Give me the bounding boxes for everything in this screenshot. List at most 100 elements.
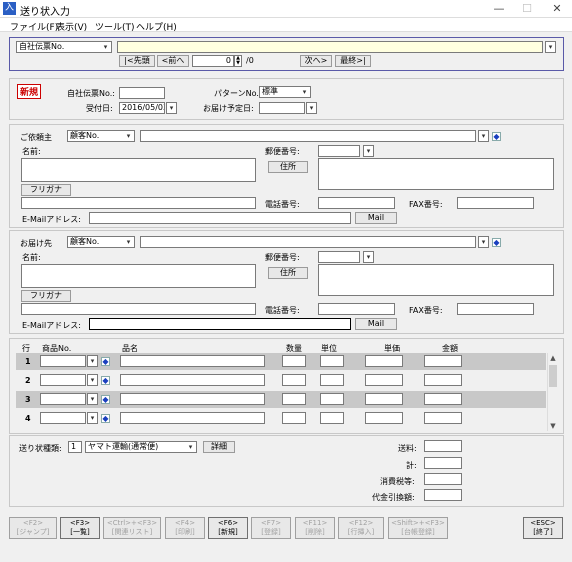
requester-postal-dropdown[interactable]: ▾ xyxy=(363,145,374,157)
shipping-input[interactable] xyxy=(424,440,462,452)
total-input xyxy=(424,457,462,469)
requester-email-input[interactable] xyxy=(89,212,351,224)
amount-input[interactable] xyxy=(424,355,462,367)
requester-address-button[interactable]: 住所 xyxy=(268,161,308,173)
recipient-postal-input[interactable] xyxy=(318,251,360,263)
recipient-address-input[interactable] xyxy=(318,264,554,296)
recipient-furigana-button[interactable]: フリガナ xyxy=(21,290,71,302)
slip-type-number[interactable]: 1 xyxy=(68,441,82,453)
product-name-input[interactable] xyxy=(120,412,265,424)
detail-button[interactable]: 詳細 xyxy=(203,441,235,453)
search-input[interactable] xyxy=(117,41,543,53)
product-name-input[interactable] xyxy=(120,355,265,367)
search-type-select[interactable]: 自社伝票No. ▾ xyxy=(16,41,112,53)
search-dropdown-button[interactable]: ▾ xyxy=(545,41,556,53)
requester-code-input[interactable] xyxy=(140,130,476,142)
product-lookup-icon[interactable]: ◆ xyxy=(101,414,110,423)
amount-input[interactable] xyxy=(424,374,462,386)
shift-f3-ledger-button[interactable]: <Shift>+<F3> [台帳登録] xyxy=(388,517,448,539)
requester-name-input[interactable] xyxy=(21,158,256,182)
delivery-date-input[interactable] xyxy=(259,102,305,114)
recipient-code-input[interactable] xyxy=(140,236,476,248)
page-current-input[interactable]: 0 xyxy=(192,55,234,67)
page-spinner[interactable]: ▲ ▼ xyxy=(234,55,242,67)
product-no-input[interactable] xyxy=(40,355,86,367)
f6-new-button[interactable]: <F6> [新規] xyxy=(208,517,248,539)
minimize-button[interactable]: — xyxy=(486,0,512,18)
requester-fax-input[interactable] xyxy=(457,197,534,209)
product-no-input[interactable] xyxy=(40,374,86,386)
unit-price-input[interactable] xyxy=(365,374,403,386)
scroll-up-icon[interactable]: ▲ xyxy=(548,354,558,362)
delivery-date-picker[interactable]: ▾ xyxy=(306,102,317,114)
scroll-down-icon[interactable]: ▼ xyxy=(548,422,558,430)
unit-price-input[interactable] xyxy=(365,393,403,405)
f2-jump-button[interactable]: <F2> [ジャンプ] xyxy=(9,517,57,539)
product-no-input[interactable] xyxy=(40,412,86,424)
received-date-input[interactable]: 2016/05/03 xyxy=(119,102,165,114)
prev-button[interactable]: <前へ xyxy=(157,55,189,67)
requester-furigana-button[interactable]: フリガナ xyxy=(21,184,71,196)
pattern-select[interactable]: 標準 ▾ xyxy=(259,86,311,98)
amount-input[interactable] xyxy=(424,393,462,405)
quantity-input[interactable] xyxy=(282,355,306,367)
last-button[interactable]: 最終>| xyxy=(335,55,371,67)
requester-address-input[interactable] xyxy=(318,158,554,190)
recipient-name-input[interactable] xyxy=(21,264,256,288)
quantity-input[interactable] xyxy=(282,374,306,386)
requester-furigana-input[interactable] xyxy=(21,197,256,209)
recipient-furigana-input[interactable] xyxy=(21,303,256,315)
requester-postal-input[interactable] xyxy=(318,145,360,157)
esc-exit-button[interactable]: <ESC> [終了] xyxy=(523,517,563,539)
product-name-input[interactable] xyxy=(120,374,265,386)
recipient-code-type-select[interactable]: 顧客No. ▾ xyxy=(67,236,135,248)
unit-input[interactable] xyxy=(320,393,344,405)
requester-lookup-icon[interactable]: ◆ xyxy=(492,132,501,141)
product-no-dropdown[interactable]: ▾ xyxy=(87,374,98,386)
product-no-dropdown[interactable]: ▾ xyxy=(87,412,98,424)
requester-code-type-select[interactable]: 顧客No. ▾ xyxy=(67,130,135,142)
unit-price-input[interactable] xyxy=(365,412,403,424)
product-name-input[interactable] xyxy=(120,393,265,405)
unit-input[interactable] xyxy=(320,355,344,367)
slip-type-select[interactable]: ヤマト運輸(通常便) ▾ xyxy=(85,441,197,453)
f7-register-button[interactable]: <F7> [登録] xyxy=(251,517,291,539)
product-lookup-icon[interactable]: ◆ xyxy=(101,395,110,404)
unit-input[interactable] xyxy=(320,374,344,386)
f12-insert-row-button[interactable]: <F12> [行挿入] xyxy=(338,517,384,539)
product-no-input[interactable] xyxy=(40,393,86,405)
recipient-phone-label: 電話番号: xyxy=(265,306,300,315)
amount-input[interactable] xyxy=(424,412,462,424)
received-date-picker[interactable]: ▾ xyxy=(166,102,177,114)
f4-print-button[interactable]: <F4> [印刷] xyxy=(165,517,205,539)
f11-delete-button[interactable]: <F11> [削除] xyxy=(295,517,335,539)
recipient-address-button[interactable]: 住所 xyxy=(268,267,308,279)
recipient-email-input[interactable] xyxy=(89,318,351,330)
scroll-thumb[interactable] xyxy=(549,365,557,387)
recipient-fax-input[interactable] xyxy=(457,303,534,315)
requester-code-dropdown[interactable]: ▾ xyxy=(478,130,489,142)
recipient-lookup-icon[interactable]: ◆ xyxy=(492,238,501,247)
next-button[interactable]: 次へ> xyxy=(300,55,332,67)
recipient-phone-input[interactable] xyxy=(318,303,395,315)
first-button[interactable]: |<先頭 xyxy=(119,55,155,67)
product-no-dropdown[interactable]: ▾ xyxy=(87,393,98,405)
recipient-postal-dropdown[interactable]: ▾ xyxy=(363,251,374,263)
recipient-mail-button[interactable]: Mail xyxy=(355,318,397,330)
close-button[interactable]: ✕ xyxy=(544,0,570,18)
recipient-code-dropdown[interactable]: ▾ xyxy=(478,236,489,248)
unit-price-input[interactable] xyxy=(365,355,403,367)
slip-no-input[interactable] xyxy=(119,87,165,99)
product-lookup-icon[interactable]: ◆ xyxy=(101,357,110,366)
product-lookup-icon[interactable]: ◆ xyxy=(101,376,110,385)
quantity-input[interactable] xyxy=(282,412,306,424)
quantity-input[interactable] xyxy=(282,393,306,405)
unit-input[interactable] xyxy=(320,412,344,424)
f3-list-button[interactable]: <F3> [一覧] xyxy=(60,517,100,539)
requester-mail-button[interactable]: Mail xyxy=(355,212,397,224)
ctrl-f3-related-list-button[interactable]: <Ctrl>+<F3> [関連リスト] xyxy=(103,517,161,539)
cod-input[interactable] xyxy=(424,489,462,501)
requester-phone-input[interactable] xyxy=(318,197,395,209)
maximize-button[interactable]: ☐ xyxy=(514,0,540,18)
product-no-dropdown[interactable]: ▾ xyxy=(87,355,98,367)
